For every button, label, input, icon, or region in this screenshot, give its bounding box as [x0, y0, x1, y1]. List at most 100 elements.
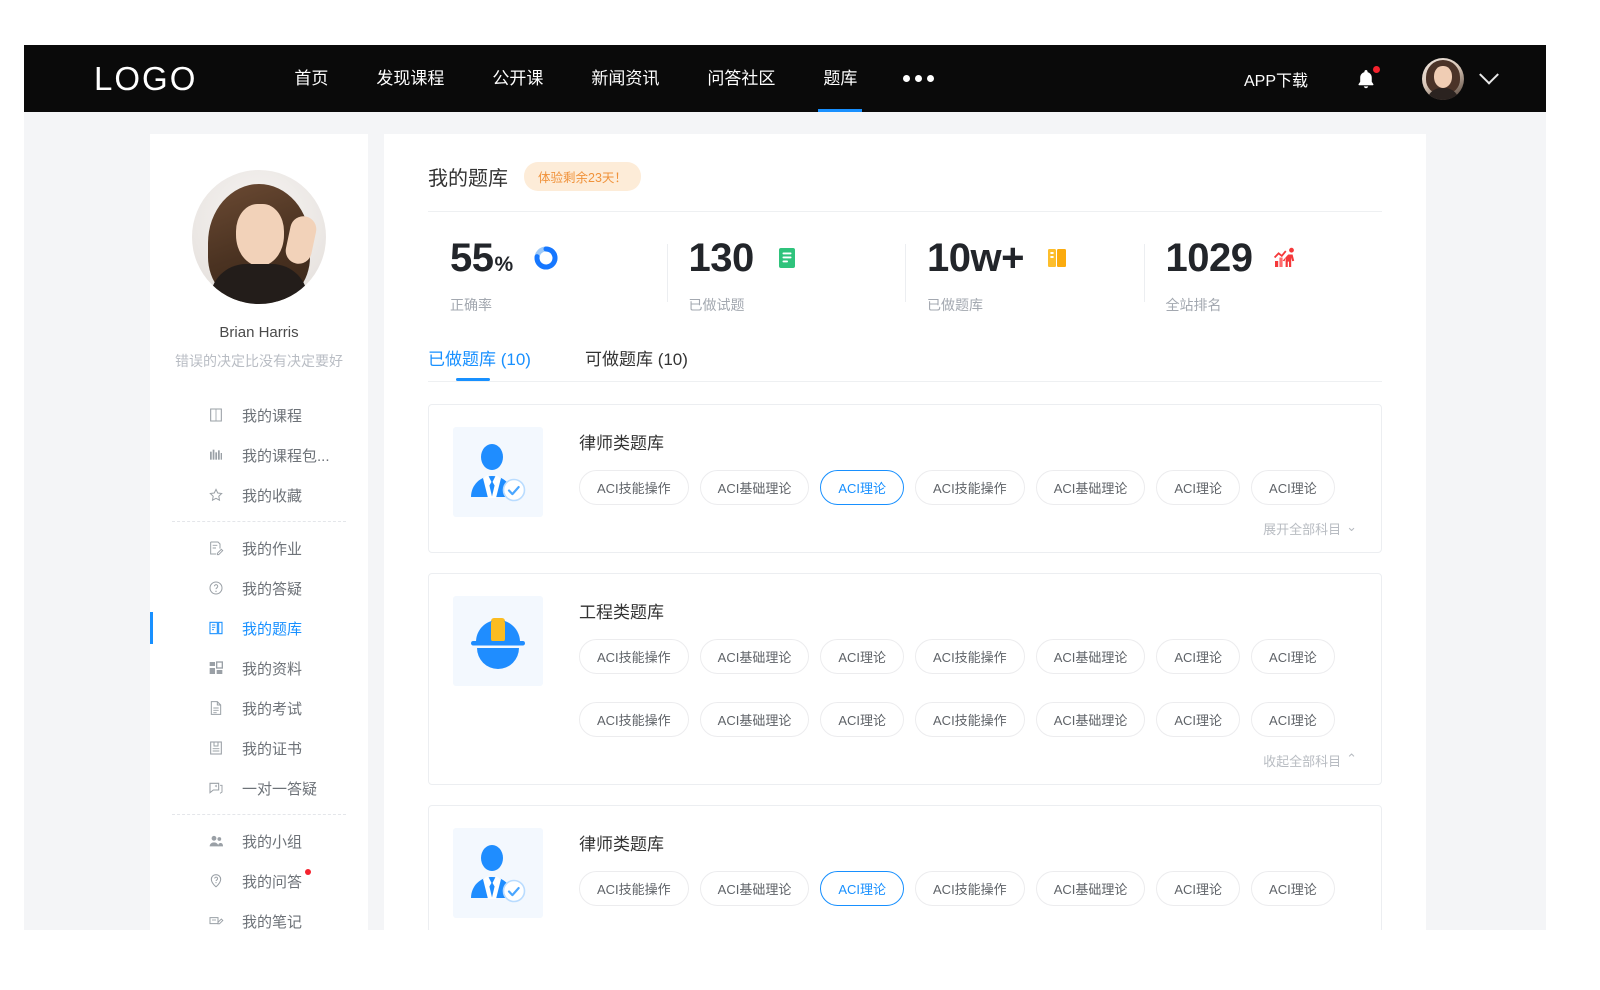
sidebar-item-2[interactable]: 我的收藏	[150, 475, 368, 515]
question-bank-card[interactable]: 律师类题库 ACI技能操作 ACI基础理论 ACI理论 ACI技能操作 ACI基础理论 AC…	[428, 805, 1382, 930]
stat-label: 全站排名	[1166, 295, 1383, 315]
sidebar-item-label: 我的问答	[242, 871, 302, 892]
subject-tag[interactable]: ACI理论	[1251, 871, 1335, 906]
bell-icon[interactable]	[1354, 66, 1378, 92]
sidebar-item-1[interactable]: 我的课程包...	[150, 435, 368, 475]
sidebar-item-label: 我的笔记	[242, 911, 302, 931]
sidebar-item-14[interactable]: 我的笔记	[150, 901, 368, 930]
stat-card-0: 55% 正确率	[428, 238, 667, 315]
nav-item-3[interactable]: 新闻资讯	[567, 45, 683, 112]
subject-tag[interactable]: ACI技能操作	[915, 470, 1025, 505]
library-icon	[208, 447, 224, 463]
expand-subjects-label: 收起全部科目	[1263, 751, 1341, 770]
question-bank-card-list: 律师类题库ACI技能操作ACI基础理论ACI理论ACI技能操作ACI基础理论AC…	[384, 382, 1426, 930]
sidebar-item-12[interactable]: 我的小组	[150, 821, 368, 861]
lawyer-avatar-icon	[453, 427, 543, 517]
main-panel: 我的题库 体验剩余23天！ 55%正确率130已做试题10w+已做题库1029全…	[384, 134, 1426, 930]
sidebar-item-label: 我的答疑	[242, 578, 302, 599]
lawyer-avatar-icon	[453, 828, 543, 918]
sidebar-item-9[interactable]: 我的证书	[150, 728, 368, 768]
yellow-book-icon	[1044, 245, 1070, 271]
nav-item-5[interactable]: 题库	[799, 45, 881, 112]
subject-tag[interactable]: ACI基础理论	[700, 639, 810, 674]
card-title: 律师类题库	[579, 830, 1357, 855]
chat-icon	[208, 780, 224, 796]
avatar-body	[210, 264, 308, 304]
sidebar-item-label: 我的收藏	[242, 485, 302, 506]
sidebar-item-4[interactable]: 我的作业	[150, 528, 368, 568]
nav-item-1[interactable]: 发现课程	[352, 45, 468, 112]
tab-0[interactable]: 已做题库 (10)	[428, 345, 531, 381]
expand-subjects-link[interactable]: 展开全部科目⌄	[579, 519, 1357, 538]
sidebar-item-label: 我的资料	[242, 658, 302, 679]
group-icon	[208, 833, 224, 849]
subject-tag[interactable]: ACI理论	[1156, 702, 1240, 737]
subject-tag[interactable]: ACI基础理论	[700, 470, 810, 505]
green-book-icon	[774, 245, 800, 271]
subject-tag[interactable]: ACI理论	[1251, 470, 1335, 505]
profile-avatar[interactable]	[192, 170, 326, 304]
card-title: 律师类题库	[579, 429, 1357, 454]
subject-tag[interactable]: ACI技能操作	[915, 702, 1025, 737]
sidebar-item-6[interactable]: 我的题库	[150, 608, 368, 648]
notification-badge	[1372, 65, 1381, 74]
nav-item-0[interactable]: 首页	[270, 45, 352, 112]
site-logo[interactable]: LOGO	[94, 60, 197, 98]
app-download-link[interactable]: APP下载	[1244, 67, 1308, 91]
sidebar-item-8[interactable]: 我的考试	[150, 688, 368, 728]
subject-tag[interactable]: ACI技能操作	[579, 639, 689, 674]
card-title: 工程类题库	[579, 598, 1357, 623]
subject-tag[interactable]: ACI理论	[820, 702, 904, 737]
star-icon	[208, 487, 224, 503]
tab-1[interactable]: 可做题库 (10)	[585, 345, 688, 381]
sidebar-item-10[interactable]: 一对一答疑	[150, 768, 368, 808]
subject-tag[interactable]: ACI技能操作	[579, 702, 689, 737]
question-bank-card[interactable]: 律师类题库 ACI技能操作 ACI基础理论 ACI理论 ACI技能操作 ACI基础理论 AC…	[428, 404, 1382, 553]
stat-value-row: 1029	[1166, 238, 1383, 278]
sidebar-item-label: 我的小组	[242, 831, 302, 852]
subject-tag[interactable]: ACI理论	[820, 639, 904, 674]
question-bank-card[interactable]: 工程类题库ACI技能操作ACI基础理论ACI理论ACI技能操作ACI基础理论AC…	[428, 573, 1382, 785]
main-nav: 首页发现课程公开课新闻资讯问答社区题库	[270, 45, 881, 112]
subject-tag[interactable]: ACI基础理论	[1036, 702, 1146, 737]
sidebar-menu: 我的课程我的课程包... 我的收藏我的作业我的答疑我的题库我的资料我的考试我的证书…	[150, 395, 368, 930]
sidebar-item-7[interactable]: 我的资料	[150, 648, 368, 688]
avatar[interactable]	[1422, 58, 1464, 100]
nav-item-4[interactable]: 问答社区	[683, 45, 799, 112]
chevron-down-icon: ⌄	[1346, 519, 1357, 538]
stat-value: 55%	[450, 238, 513, 278]
sidebar-item-13[interactable]: 我的问答	[150, 861, 368, 901]
subject-tag[interactable]: ACI技能操作	[579, 470, 689, 505]
subject-tag[interactable]: ACI理论	[1251, 639, 1335, 674]
stat-label: 已做题库	[927, 295, 1144, 315]
exam-icon	[208, 700, 224, 716]
subject-tag[interactable]: ACI理论	[1156, 871, 1240, 906]
subject-tag[interactable]: ACI技能操作	[915, 871, 1025, 906]
subject-tag[interactable]: ACI理论	[1251, 702, 1335, 737]
ellipsis-dot	[927, 75, 934, 82]
subject-tag[interactable]: ACI基础理论	[1036, 871, 1146, 906]
subject-tag[interactable]: ACI理论	[820, 470, 904, 505]
stat-card-1: 130已做试题	[667, 238, 906, 315]
subject-tag[interactable]: ACI基础理论	[700, 702, 810, 737]
subject-tag[interactable]: ACI基础理论	[700, 871, 810, 906]
expand-subjects-link[interactable]: 收起全部科目⌃	[579, 751, 1357, 770]
ellipsis-icon[interactable]	[881, 45, 956, 112]
subject-tag[interactable]: ACI基础理论	[1036, 470, 1146, 505]
sidebar-item-label: 我的证书	[242, 738, 302, 759]
stat-label: 正确率	[450, 295, 667, 315]
subject-tag[interactable]: ACI理论	[820, 871, 904, 906]
subject-tag[interactable]: ACI基础理论	[1036, 639, 1146, 674]
sidebar-item-0[interactable]: 我的课程	[150, 395, 368, 435]
card-body: 律师类题库 ACI技能操作 ACI基础理论 ACI理论 ACI技能操作 ACI基础理论 AC…	[579, 828, 1357, 918]
sidebar-item-5[interactable]: 我的答疑	[150, 568, 368, 608]
chevron-down-icon[interactable]	[1479, 64, 1499, 84]
subject-tag[interactable]: ACI技能操作	[915, 639, 1025, 674]
question-circle-icon	[208, 580, 224, 596]
subject-tag[interactable]: ACI理论	[1156, 639, 1240, 674]
materials-icon	[208, 660, 224, 676]
subject-tag[interactable]: ACI技能操作	[579, 871, 689, 906]
tag-row: ACI技能操作 ACI基础理论 ACI理论 ACI技能操作 ACI基础理论 ACI理论 AC…	[579, 639, 1357, 686]
subject-tag[interactable]: ACI理论	[1156, 470, 1240, 505]
nav-item-2[interactable]: 公开课	[468, 45, 567, 112]
